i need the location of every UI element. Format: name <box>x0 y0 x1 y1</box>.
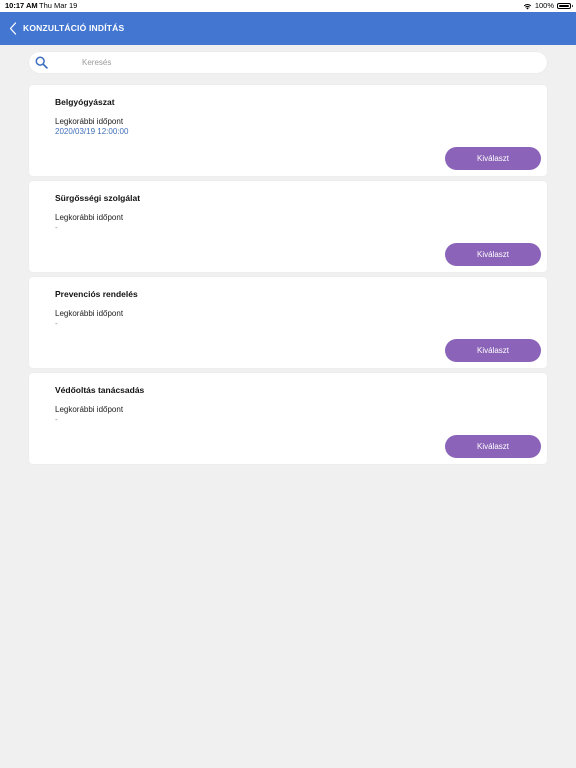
status-bar: 10:17 AM Thu Mar 19 100% <box>0 0 576 12</box>
back-button[interactable] <box>6 20 20 37</box>
earliest-time-value: - <box>55 415 58 424</box>
earliest-time-value: 2020/03/19 12:00:00 <box>55 127 129 136</box>
nav-bar: KONZULTÁCIÓ INDÍTÁS <box>0 12 576 45</box>
earliest-time-label: Legkorábbi időpont <box>55 213 124 222</box>
department-title: Sürgősségi szolgálat <box>55 193 141 203</box>
wifi-icon <box>523 3 532 9</box>
search-bar[interactable] <box>29 52 547 73</box>
chevron-left-icon <box>9 22 17 35</box>
search-input[interactable] <box>79 54 532 71</box>
earliest-time-label: Legkorábbi időpont <box>55 309 124 318</box>
status-indicators: 100% <box>523 0 573 12</box>
earliest-time-value: - <box>55 319 58 328</box>
earliest-time-label: Legkorábbi időpont <box>55 405 124 414</box>
page-title: KONZULTÁCIÓ INDÍTÁS <box>23 23 125 33</box>
status-time: 10:17 AM <box>5 1 38 10</box>
search-icon <box>35 56 48 69</box>
earliest-time-label: Legkorábbi időpont <box>55 117 124 126</box>
battery-percent: 100% <box>534 1 554 10</box>
department-card: Sürgősségi szolgálat Legkorábbi időpont … <box>29 181 547 272</box>
select-button[interactable]: Kiválaszt <box>445 243 541 266</box>
select-button[interactable]: Kiválaszt <box>445 147 541 170</box>
department-card: Belgyógyászat Legkorábbi időpont 2020/03… <box>29 85 547 176</box>
battery-icon <box>557 3 573 9</box>
select-button[interactable]: Kiválaszt <box>445 435 541 458</box>
department-title: Belgyógyászat <box>55 97 115 107</box>
department-title: Prevenciós rendelés <box>55 289 138 299</box>
department-card: Prevenciós rendelés Legkorábbi időpont -… <box>29 277 547 368</box>
select-button[interactable]: Kiválaszt <box>445 339 541 362</box>
earliest-time-value: - <box>55 223 58 232</box>
status-date: Thu Mar 19 <box>39 1 78 10</box>
department-title: Védőoltás tanácsadás <box>55 385 145 395</box>
department-card: Védőoltás tanácsadás Legkorábbi időpont … <box>29 373 547 464</box>
